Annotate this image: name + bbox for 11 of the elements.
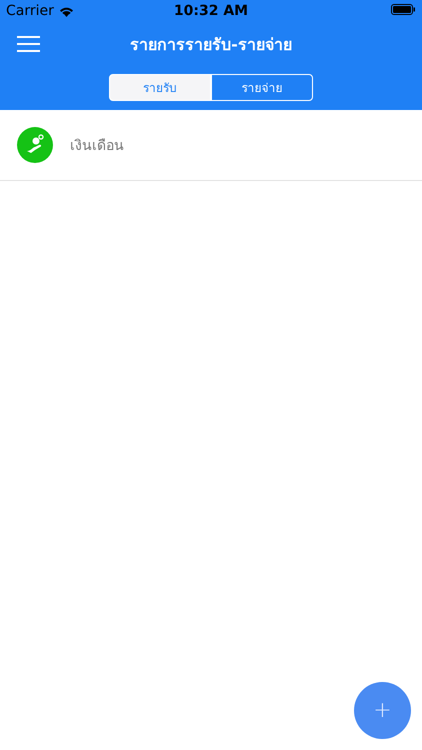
wifi-icon <box>58 6 74 16</box>
segment-tab[interactable]: รายรับ <box>109 74 211 101</box>
list-item[interactable]: เงินเดือน <box>0 110 422 181</box>
status-time: 10:32 AM <box>174 3 248 19</box>
battery-icon <box>391 4 416 15</box>
add-button[interactable]: + <box>354 682 411 739</box>
item-label: เงินเดือน <box>70 137 124 156</box>
carrier-label: Carrier <box>6 3 54 19</box>
screen-title: รายการรายรับ-รายจ่าย <box>130 34 292 56</box>
menu-icon[interactable] <box>17 36 40 52</box>
segment-tab[interactable]: รายจ่าย <box>211 74 313 101</box>
